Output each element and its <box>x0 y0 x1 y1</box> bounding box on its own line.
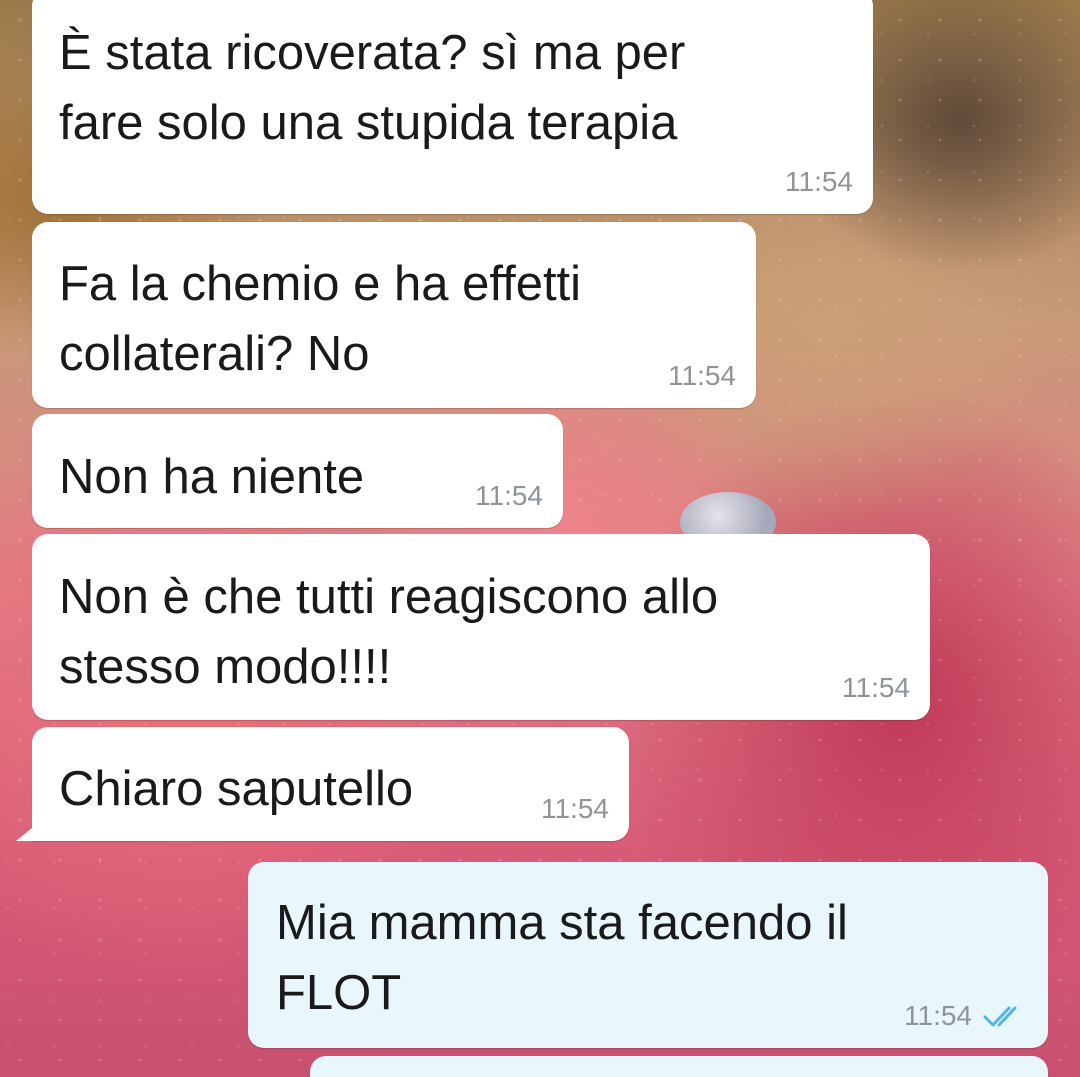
message-time: 11:54 <box>475 480 543 511</box>
outgoing-message-bubble[interactable]: Mia mamma sta facendo il FLOT 11:54 <box>248 862 1048 1048</box>
message-time: 11:54 <box>541 793 609 824</box>
incoming-message-bubble[interactable]: Non è che tutti reagiscono allo stesso m… <box>32 534 930 720</box>
bubble-tail <box>16 823 38 841</box>
message-text: Mia mamma sta facendo il FLOT <box>276 896 848 1020</box>
message-text: È stata ricoverata? sì ma per fare solo … <box>59 26 686 150</box>
incoming-message-bubble[interactable]: È stata ricoverata? sì ma per fare solo … <box>32 0 873 214</box>
incoming-message-bubble[interactable]: Chiaro saputello 11:54 <box>16 727 629 841</box>
message-time: 11:54 <box>842 672 910 703</box>
message-text: Non ha niente <box>59 450 365 504</box>
incoming-message-bubble[interactable]: Non ha niente 11:54 <box>32 414 563 528</box>
message-time: 11:54 <box>668 360 736 391</box>
message-text: Fa la chemio e ha effetti collaterali? N… <box>59 257 582 381</box>
outgoing-message-bubble-partial[interactable] <box>310 1056 1048 1077</box>
message-text: Non è che tutti reagiscono allo stesso m… <box>59 570 719 694</box>
message-time: 11:54 <box>904 1000 972 1031</box>
message-text: Chiaro saputello <box>59 762 414 816</box>
incoming-message-bubble[interactable]: Fa la chemio e ha effetti collaterali? N… <box>32 222 756 408</box>
message-time: 11:54 <box>785 166 853 197</box>
double-check-icon <box>983 1006 1017 1027</box>
